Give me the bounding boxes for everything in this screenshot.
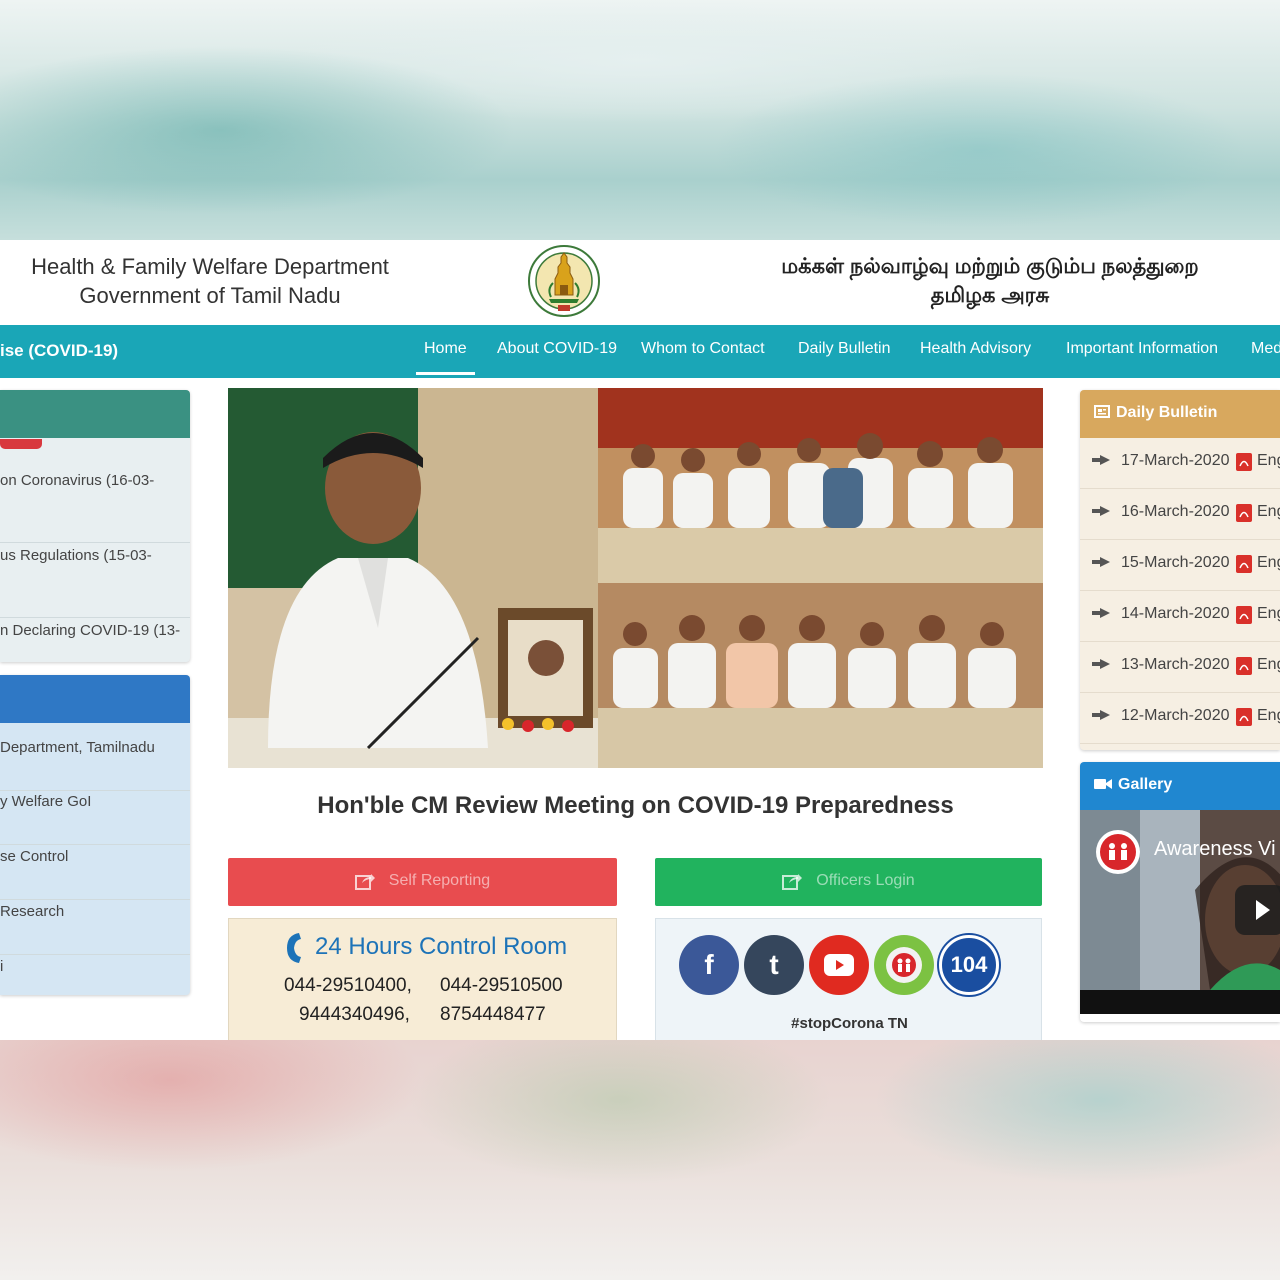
bulletin-english-link[interactable]: Eng <box>1257 605 1280 623</box>
pdf-icon[interactable] <box>1236 453 1252 471</box>
youtube-icon[interactable] <box>809 935 869 995</box>
important-link-4[interactable]: Research <box>0 901 190 955</box>
important-links-panel: Department, Tamilnadu y Welfare GoI se C… <box>0 675 190 995</box>
department-line-tamil: மக்கள் நல்வாழ்வு மற்றும் குடும்ப நலத்துற… <box>781 255 1199 278</box>
bulletin-english-link[interactable]: Eng <box>1257 503 1280 521</box>
pdf-icon[interactable] <box>1236 657 1252 675</box>
health-department-icon[interactable] <box>874 935 934 995</box>
bulletin-english-link[interactable]: Eng <box>1257 707 1280 725</box>
blurred-background-bottom <box>0 1040 1280 1280</box>
site-header: Health & Family Welfare Department Gover… <box>0 240 1280 325</box>
important-link-5[interactable]: i <box>0 956 190 995</box>
bulletin-date: 17-March-2020 <box>1121 452 1230 469</box>
bulletin-date: 14-March-2020 <box>1121 605 1230 622</box>
announcements-panel: on Coronavirus (16-03- us Regulations (1… <box>0 390 190 662</box>
gallery-title: Gallery <box>1118 776 1173 793</box>
announcement-link-1[interactable]: on Coronavirus (16-03- <box>0 468 190 543</box>
bulletin-item[interactable]: 14-March-2020 Eng <box>1080 591 1280 642</box>
pdf-icon[interactable] <box>1236 606 1252 624</box>
bulletin-item[interactable]: 15-March-2020 Eng <box>1080 540 1280 591</box>
gallery-panel: Gallery Awareness Vi <box>1080 762 1280 1022</box>
bulletin-item[interactable]: 13-March-2020 Eng <box>1080 642 1280 693</box>
government-line-tamil: தமிழக அரசு <box>930 284 1050 307</box>
pdf-icon[interactable] <box>1236 708 1252 726</box>
nav-important-information[interactable]: Important Information <box>1066 340 1218 358</box>
hand-pointer-icon <box>1092 608 1110 618</box>
daily-bulletin-panel: Daily Bulletin 17-March-2020 Eng 16-Marc… <box>1080 390 1280 750</box>
gallery-header: Gallery <box>1080 762 1280 810</box>
website-screenshot: Health & Family Welfare Department Gover… <box>0 240 1280 1040</box>
nav-about-covid19[interactable]: About COVID-19 <box>497 340 617 358</box>
hashtag-text: #stopCorona TN <box>791 1015 908 1032</box>
important-links-panel-header <box>0 675 190 723</box>
tumblr-icon[interactable]: t <box>744 935 804 995</box>
bulletin-english-link[interactable]: Eng <box>1257 554 1280 572</box>
daily-bulletin-title: Daily Bulletin <box>1116 404 1218 421</box>
video-title: Awareness Vi <box>1154 838 1276 860</box>
share-icon <box>782 873 803 890</box>
bulletin-date: 12-March-2020 <box>1121 707 1230 724</box>
banner-caption: Hon'ble CM Review Meeting on COVID-19 Pr… <box>317 792 954 819</box>
bulletin-date: 16-March-2020 <box>1121 503 1230 520</box>
bulletin-item[interactable]: 17-March-2020 Eng <box>1080 438 1280 489</box>
nav-media[interactable]: Med <box>1251 340 1280 358</box>
cm-review-meeting-photo <box>228 388 1043 768</box>
phone-number-2[interactable]: 044-29510500 <box>440 975 563 997</box>
blurred-background-top <box>0 0 1280 240</box>
phone-icon <box>287 933 301 963</box>
helpline-104-icon[interactable]: 104 <box>939 935 999 995</box>
phone-number-3[interactable]: 9444340496, <box>299 1004 410 1026</box>
share-icon <box>354 873 375 890</box>
bulletin-item[interactable]: 12-March-2020 Eng <box>1080 693 1280 744</box>
self-reporting-button[interactable]: Self Reporting <box>228 858 617 906</box>
tamil-nadu-emblem-logo <box>528 245 600 317</box>
bulletin-date: 13-March-2020 <box>1121 656 1230 673</box>
facebook-icon[interactable]: f <box>679 935 739 995</box>
government-line: Government of Tamil Nadu <box>79 283 341 308</box>
officers-login-label: Officers Login <box>816 872 915 889</box>
nav-daily-bulletin[interactable]: Daily Bulletin <box>798 340 890 358</box>
announcement-link-2[interactable]: us Regulations (15-03- <box>0 543 190 618</box>
main-navigation: ise (COVID-19) Home About COVID-19 Whom … <box>0 325 1280 378</box>
awareness-video-player[interactable]: Awareness Vi <box>1080 810 1280 1014</box>
officers-login-button[interactable]: Officers Login <box>655 858 1042 906</box>
phone-number-1[interactable]: 044-29510400, <box>284 975 412 997</box>
control-room-box: 24 Hours Control Room 044-29510400, 044-… <box>228 918 617 1040</box>
department-name-tamil: மக்கள் நல்வாழ்வு மற்றும் குடும்ப நலத்துற… <box>720 252 1260 310</box>
newspaper-icon <box>1094 405 1110 418</box>
hand-pointer-icon <box>1092 506 1110 516</box>
video-camera-icon <box>1094 779 1112 789</box>
daily-bulletin-header: Daily Bulletin <box>1080 390 1280 438</box>
important-link-2[interactable]: y Welfare GoI <box>0 791 190 845</box>
control-room-title: 24 Hours Control Room <box>315 933 568 960</box>
nav-health-advisory[interactable]: Health Advisory <box>920 340 1031 358</box>
nav-home[interactable]: Home <box>416 340 475 375</box>
hand-pointer-icon <box>1092 710 1110 720</box>
bulletin-english-link[interactable]: Eng <box>1257 656 1280 674</box>
social-media-box: f t 104 #stopCorona TN <box>655 918 1042 1040</box>
phone-number-4[interactable]: 8754448477 <box>440 1004 546 1026</box>
bulletin-item[interactable]: 16-March-2020 Eng <box>1080 489 1280 540</box>
bulletin-english-link[interactable]: Eng <box>1257 452 1280 470</box>
department-line: Health & Family Welfare Department <box>31 254 389 279</box>
important-link-3[interactable]: se Control <box>0 846 190 900</box>
nav-whom-to-contact[interactable]: Whom to Contact <box>641 340 765 358</box>
nav-brand[interactable]: ise (COVID-19) <box>0 341 118 361</box>
announcements-panel-header <box>0 390 190 438</box>
new-badge <box>0 439 42 449</box>
self-reporting-label: Self Reporting <box>388 872 491 889</box>
pdf-icon[interactable] <box>1236 555 1252 573</box>
announcement-link-3[interactable]: n Declaring COVID-19 (13- <box>0 618 190 662</box>
hand-pointer-icon <box>1092 455 1110 465</box>
hand-pointer-icon <box>1092 659 1110 669</box>
hand-pointer-icon <box>1092 557 1110 567</box>
pdf-icon[interactable] <box>1236 504 1252 522</box>
bulletin-date: 15-March-2020 <box>1121 554 1230 571</box>
important-link-1[interactable]: Department, Tamilnadu <box>0 737 190 791</box>
department-name-english: Health & Family Welfare Department Gover… <box>0 252 420 310</box>
